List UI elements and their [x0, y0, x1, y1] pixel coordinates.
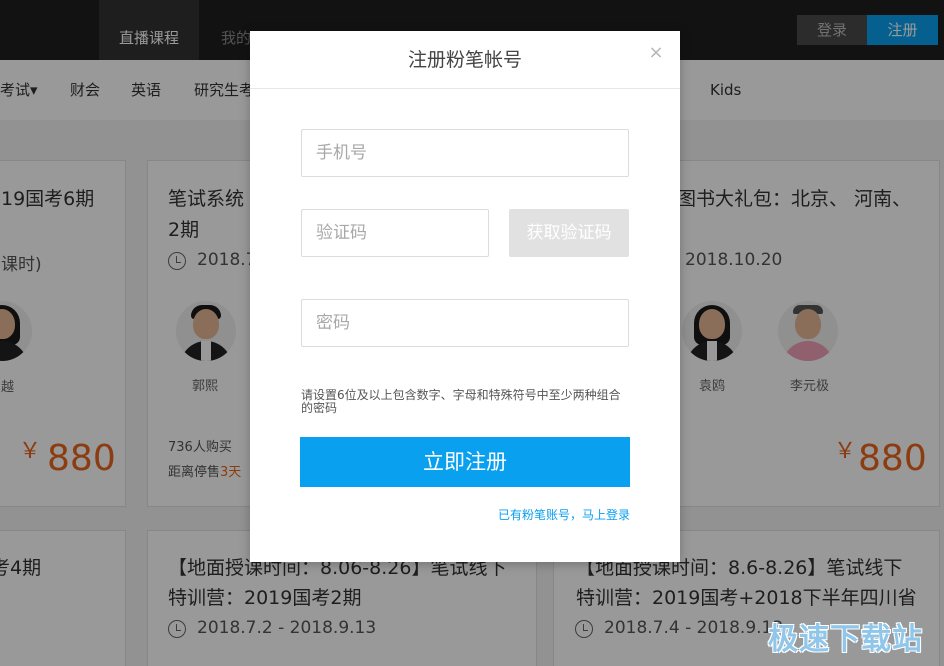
- password-input[interactable]: [301, 299, 629, 347]
- login-link[interactable]: 已有粉笔账号，马上登录: [400, 506, 630, 523]
- dialog-title: 注册粉笔帐号: [250, 31, 680, 89]
- verification-code-input[interactable]: [301, 209, 489, 257]
- register-dialog: 注册粉笔帐号 × 获取验证码 请设置6位及以上包含数字、字母和特殊符号中至少两种…: [250, 31, 680, 562]
- get-code-button[interactable]: 获取验证码: [509, 209, 629, 257]
- phone-input[interactable]: [301, 129, 629, 177]
- password-hint: 请设置6位及以上包含数字、字母和特殊符号中至少两种组合的密码: [301, 388, 621, 415]
- close-icon[interactable]: ×: [648, 43, 664, 63]
- submit-register-button[interactable]: 立即注册: [300, 437, 630, 487]
- site-watermark: 极速下载站: [768, 622, 923, 657]
